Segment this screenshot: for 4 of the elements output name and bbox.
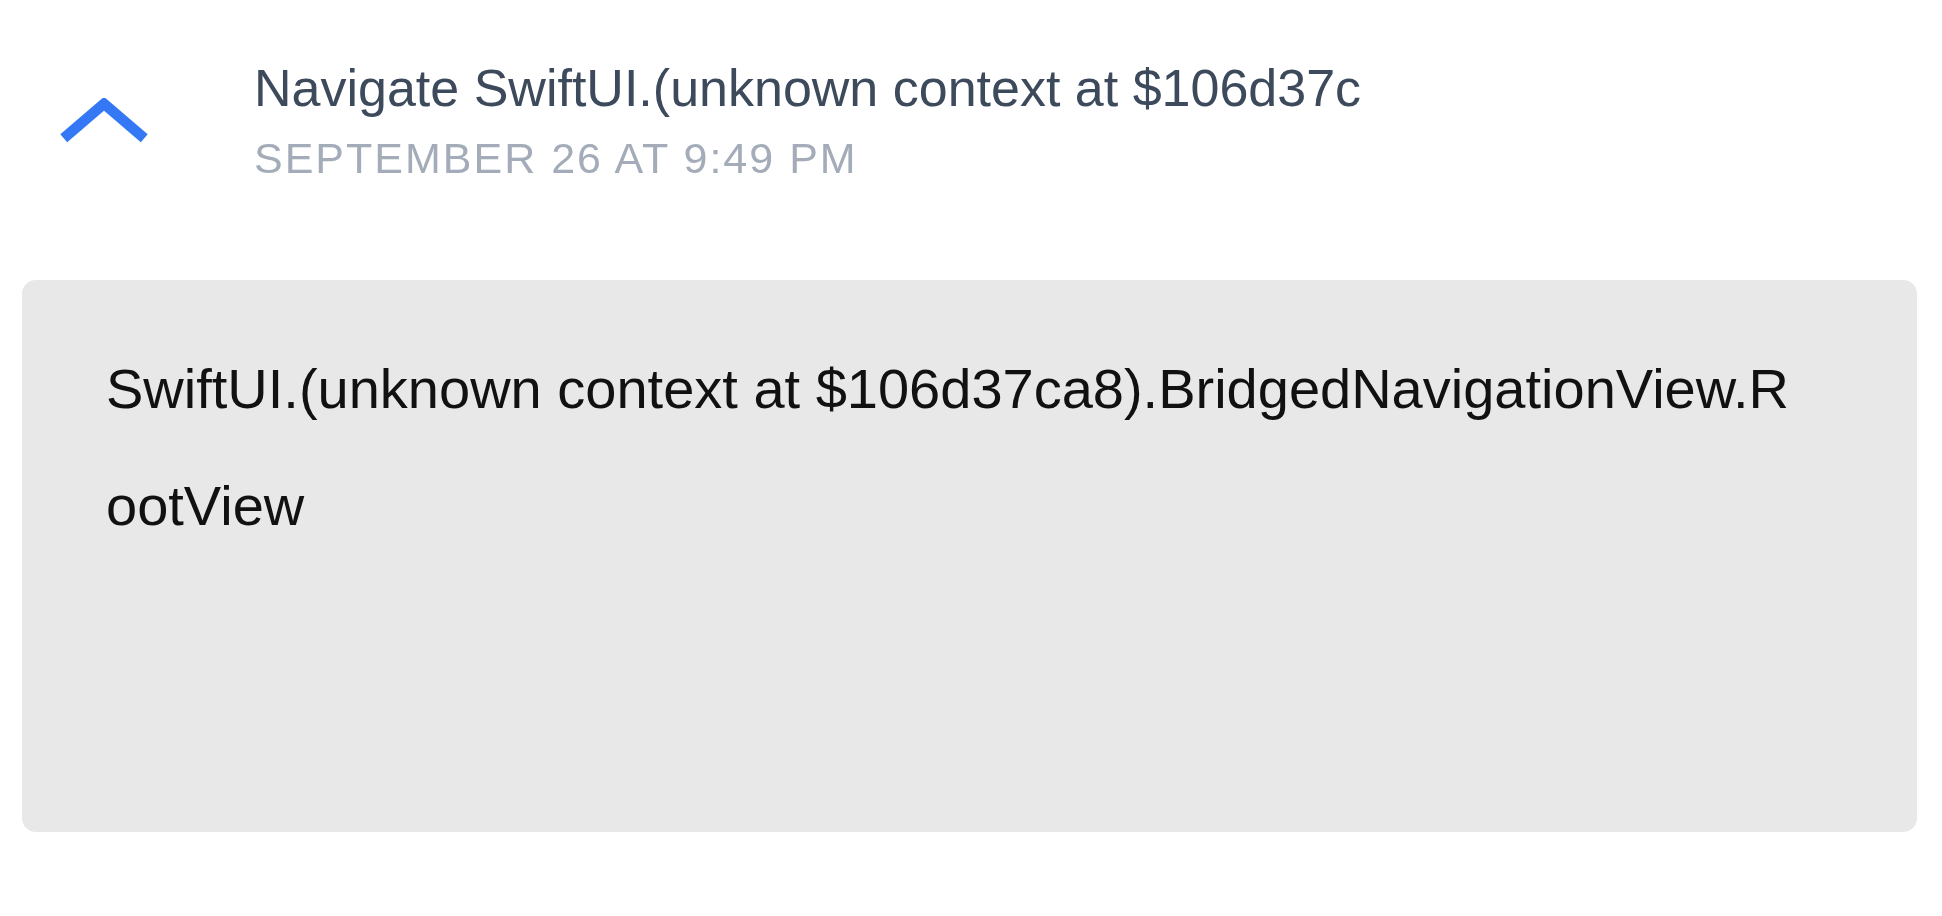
timestamp: SEPTEMBER 26 AT 9:49 PM [254, 133, 859, 184]
detail-text: SwiftUI.(unknown context at $106d37ca8).BridgedNavigationView.RootView [106, 356, 1791, 539]
event-title: Navigate SwiftUI.(unknown context at $106d37c [254, 58, 1362, 119]
chevron-icon[interactable] [58, 98, 150, 144]
